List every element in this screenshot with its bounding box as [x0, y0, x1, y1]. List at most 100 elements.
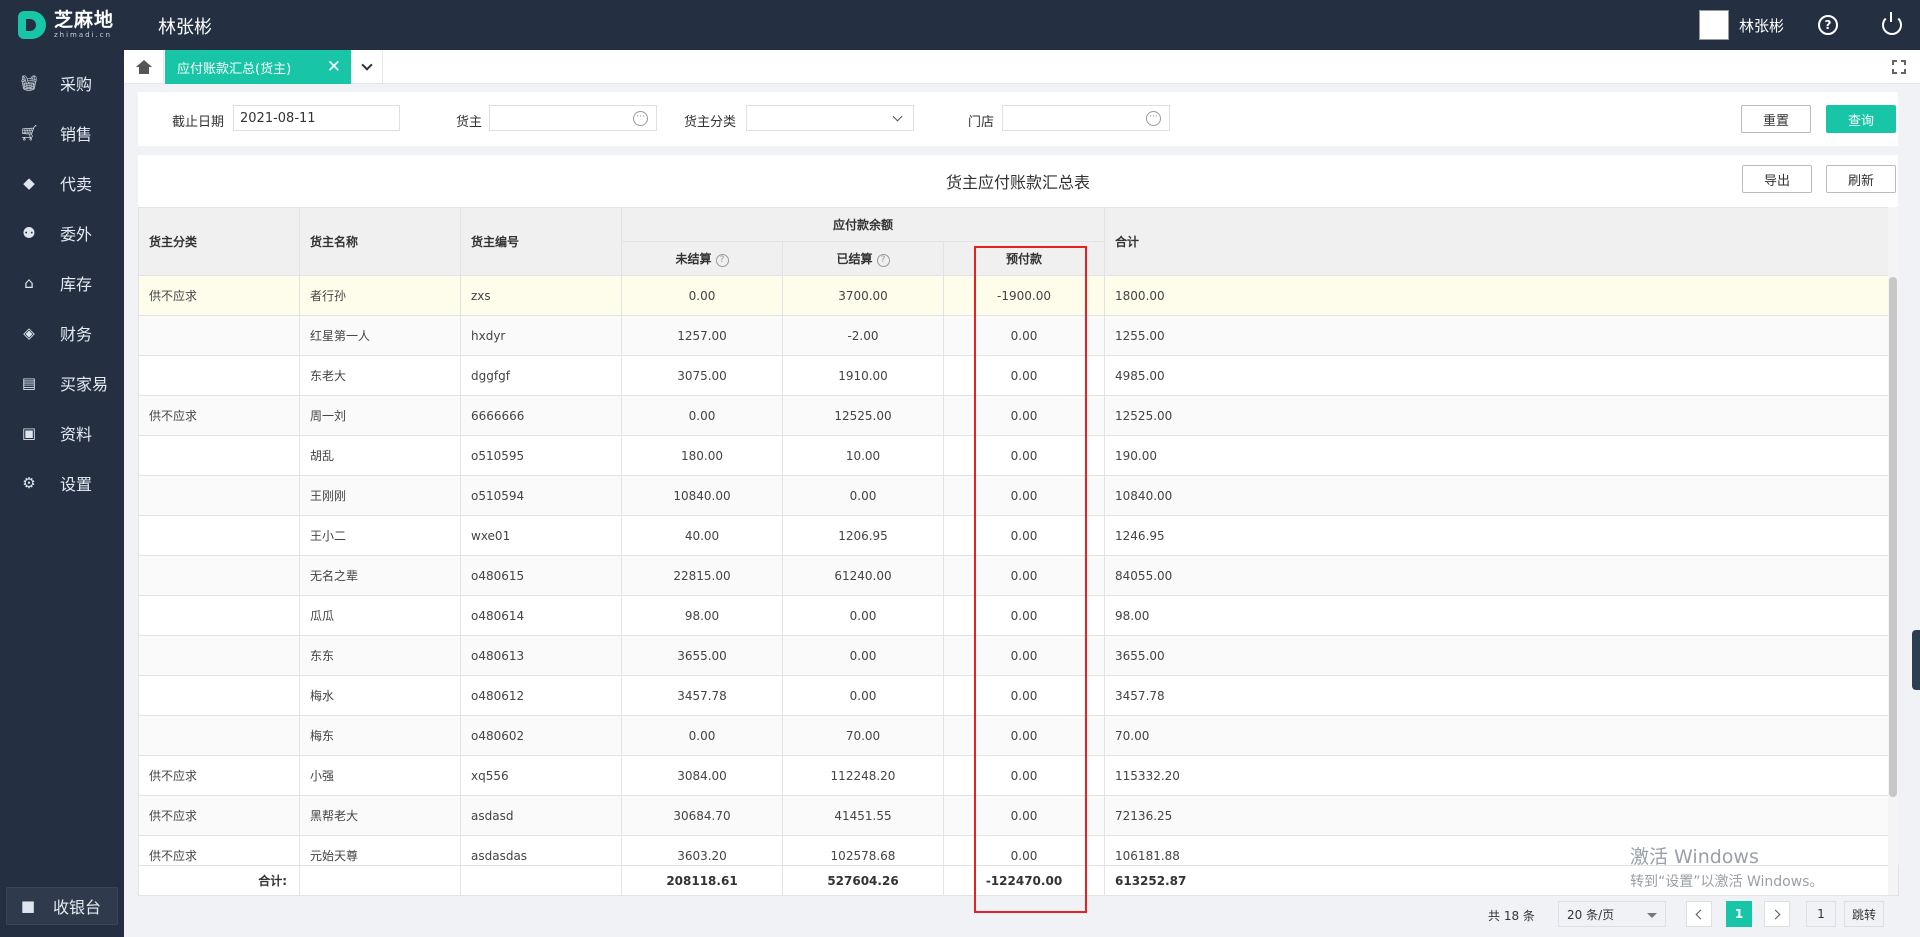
table-row[interactable]: 供不应求 黑帮老大 asdasd 30684.70 41451.55 0.00 72136.…	[138, 795, 1898, 836]
col-total[interactable]: 合计	[1104, 207, 1898, 276]
table-row[interactable]: 红星第一人 hxdyr 1257.00 -2.00 0.00 1255.00	[138, 315, 1898, 356]
cart-icon: 🛒︎	[19, 124, 39, 142]
col-prepaid[interactable]: 预付款	[942, 241, 1106, 276]
table-row[interactable]: 王小二 wxe01 40.00 1206.95 0.00 1246.95	[138, 515, 1898, 556]
col-category[interactable]: 货主分类	[138, 207, 300, 276]
jump-button[interactable]: 跳转	[1844, 901, 1884, 927]
table-row[interactable]: 王刚刚 o510594 10840.00 0.00 0.00 10840.00	[138, 475, 1898, 516]
tab-payables-summary[interactable]: 应付账款汇总(货主) ✕	[165, 50, 351, 84]
totals-unsettled: 208118.61	[621, 865, 783, 896]
sidebar-item-label: 买家易	[60, 375, 109, 394]
cell-prepaid: 0.00	[942, 475, 1106, 516]
refresh-button[interactable]: 刷新	[1826, 165, 1896, 193]
cell-name: 王刚刚	[299, 475, 461, 516]
sidebar-item-settings[interactable]: ⚙ 设置	[0, 458, 124, 508]
tab-dropdown[interactable]	[351, 50, 383, 84]
avatar[interactable]	[1698, 10, 1729, 40]
sidebar-item-buyer[interactable]: ▤ 买家易	[0, 358, 124, 408]
side-drawer-handle[interactable]	[1912, 630, 1920, 690]
store-icon: ▤	[21, 374, 37, 392]
cashier-icon: ■	[20, 897, 36, 915]
cell-category	[138, 675, 300, 716]
home-icon	[135, 60, 152, 74]
prev-page-button[interactable]	[1686, 901, 1712, 927]
cell-total: 84055.00	[1104, 555, 1898, 596]
cashier-button[interactable]: ■ 收银台	[6, 887, 118, 925]
category-select[interactable]	[746, 105, 914, 131]
owner-label: 货主	[456, 115, 483, 130]
sidebar-item-outsource[interactable]: ⚉ 委外	[0, 208, 124, 258]
cell-code: o480613	[460, 635, 622, 676]
sidebar-item-label: 销售	[60, 125, 93, 144]
cell-name: 周一刘	[299, 395, 461, 436]
table-row[interactable]: 供不应求 小强 xq556 3084.00 112248.20 0.00 115332.20	[138, 755, 1898, 796]
cell-settled: -2.00	[782, 315, 944, 356]
user-name[interactable]: 林张彬	[1739, 15, 1784, 36]
cell-code: o480612	[460, 675, 622, 716]
home-tab[interactable]	[124, 50, 164, 84]
cell-code: o510594	[460, 475, 622, 516]
cell-settled: 1206.95	[782, 515, 944, 556]
cell-name: 者行孙	[299, 275, 461, 316]
logout-icon[interactable]	[1882, 12, 1902, 35]
cell-category: 供不应求	[138, 795, 300, 836]
more-icon[interactable]: ···	[1146, 111, 1161, 126]
table-row[interactable]: 胡乱 o510595 180.00 10.00 0.00 190.00	[138, 435, 1898, 476]
table-row[interactable]: 梅水 o480612 3457.78 0.00 0.00 3457.78	[138, 675, 1898, 716]
cell-settled: 0.00	[782, 635, 944, 676]
cell-category: 供不应求	[138, 395, 300, 436]
vertical-scrollbar[interactable]	[1888, 207, 1898, 895]
close-icon[interactable]: ✕	[327, 57, 341, 77]
sidebar-item-purchase[interactable]: 🧺︎ 采购	[0, 58, 124, 108]
cell-settled: 112248.20	[782, 755, 944, 796]
more-icon[interactable]: ···	[633, 111, 648, 126]
next-page-button[interactable]	[1764, 901, 1790, 927]
table-row[interactable]: 东老大 dggfgf 3075.00 1910.00 0.00 4985.00	[138, 355, 1898, 396]
cell-prepaid: 0.00	[942, 315, 1106, 356]
store-input[interactable]: ···	[1002, 105, 1170, 131]
cell-total: 72136.25	[1104, 795, 1898, 836]
table-row[interactable]: 供不应求 者行孙 zxs 0.00 3700.00 -1900.00 1800.00	[138, 275, 1898, 316]
sidebar-item-finance[interactable]: ◈ 财务	[0, 308, 124, 358]
sidebar-item-inventory[interactable]: ⌂ 库存	[0, 258, 124, 308]
windows-activation-watermark: 激活 Windows 转到“设置”以激活 Windows。	[1630, 842, 1823, 891]
question-icon[interactable]: ?	[876, 254, 890, 267]
export-button[interactable]: 导出	[1742, 165, 1812, 193]
scrollbar-thumb[interactable]	[1889, 277, 1897, 797]
fullscreen-icon[interactable]	[1891, 59, 1907, 75]
col-unsettled[interactable]: 未结算?	[621, 241, 783, 276]
cell-code: o480615	[460, 555, 622, 596]
date-input[interactable]: 2021-08-11	[233, 105, 400, 131]
sidebar-item-consignment[interactable]: ◆ 代卖	[0, 158, 124, 208]
cell-unsettled: 3457.78	[621, 675, 783, 716]
col-code[interactable]: 货主编号	[460, 207, 622, 276]
cell-prepaid: 0.00	[942, 515, 1106, 556]
owner-input[interactable]: ···	[489, 105, 657, 131]
cell-code: 6666666	[460, 395, 622, 436]
table-row[interactable]: 东东 o480613 3655.00 0.00 0.00 3655.00	[138, 635, 1898, 676]
cell-code: zxs	[460, 275, 622, 316]
cell-category	[138, 475, 300, 516]
app-logo[interactable]: 芝麻地 zhimadi.cn	[18, 10, 114, 40]
reset-button[interactable]: 重置	[1741, 105, 1811, 133]
jump-page-input[interactable]: 1	[1806, 901, 1836, 927]
page-button-current[interactable]: 1	[1726, 901, 1752, 927]
sidebar-item-data[interactable]: ▣ 资料	[0, 408, 124, 458]
cell-name: 无名之辈	[299, 555, 461, 596]
table-row[interactable]: 瓜瓜 o480614 98.00 0.00 0.00 98.00	[138, 595, 1898, 636]
col-name[interactable]: 货主名称	[299, 207, 461, 276]
cell-name: 黑帮老大	[299, 795, 461, 836]
cashier-label: 收银台	[53, 898, 102, 917]
cell-category	[138, 555, 300, 596]
help-icon[interactable]: ?	[1818, 15, 1838, 35]
col-settled[interactable]: 已结算?	[782, 241, 944, 276]
query-button[interactable]: 查询	[1826, 105, 1896, 133]
question-icon[interactable]: ?	[715, 254, 729, 267]
table-row[interactable]: 无名之辈 o480615 22815.00 61240.00 0.00 84055.00	[138, 555, 1898, 596]
table-body: 供不应求 者行孙 zxs 0.00 3700.00 -1900.00 1800.00 红星第一…	[138, 275, 1898, 876]
sidebar-item-sales[interactable]: 🛒︎ 销售	[0, 108, 124, 158]
page-size-select[interactable]: 20 条/页	[1558, 901, 1666, 927]
table-row[interactable]: 供不应求 周一刘 6666666 0.00 12525.00 0.00 12525.00	[138, 395, 1898, 436]
table-row[interactable]: 梅东 o480602 0.00 70.00 0.00 70.00	[138, 715, 1898, 756]
cell-unsettled: 3084.00	[621, 755, 783, 796]
